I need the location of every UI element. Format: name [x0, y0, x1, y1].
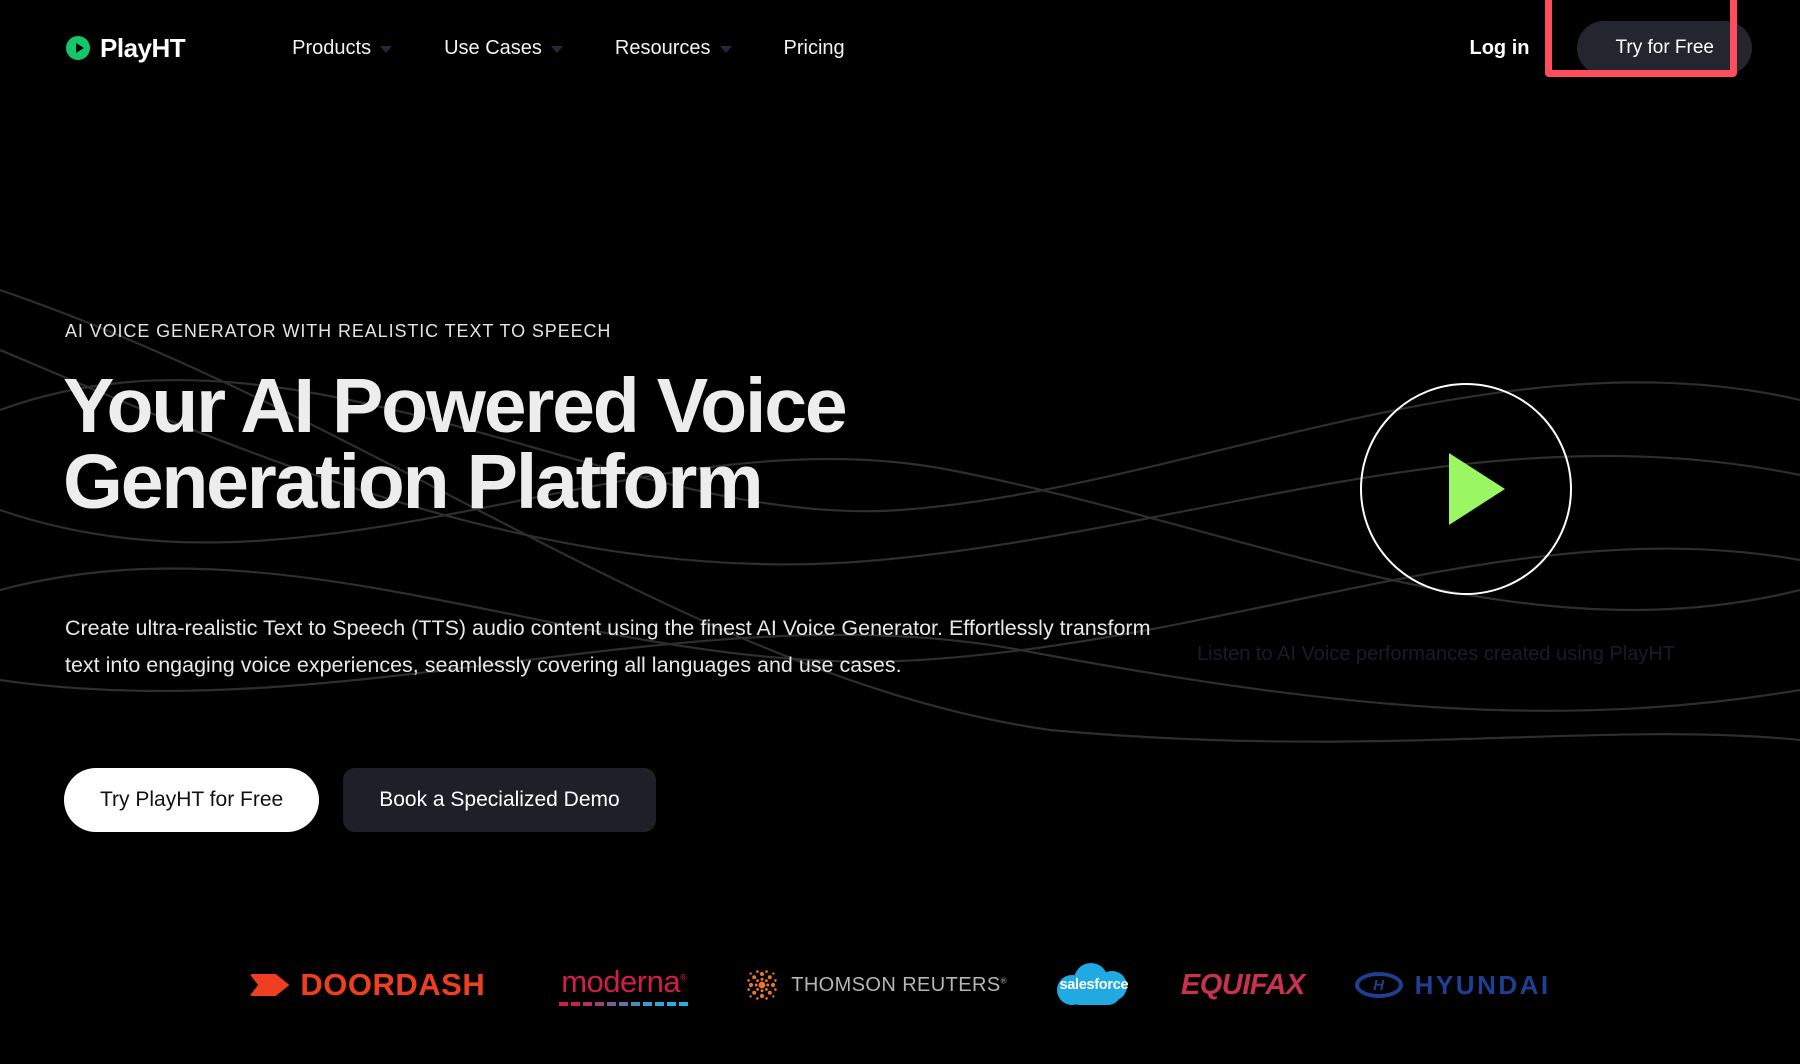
moderna-underline-decoration: [559, 1002, 689, 1006]
nav-item-products[interactable]: Products: [266, 37, 418, 60]
nav-item-pricing[interactable]: Pricing: [758, 37, 871, 60]
main-navigation: Products Use Cases Resources Pricing: [266, 37, 871, 60]
hero-description: Create ultra-realistic Text to Speech (T…: [65, 616, 1151, 677]
headline-line-1: Your AI Powered Voice: [63, 363, 848, 449]
play-circle-icon: [66, 36, 90, 60]
logo-hyundai: HYUNDAI: [1354, 955, 1551, 1015]
thomson-reuters-wordmark: THOMSON REUTERS®: [791, 973, 1007, 996]
nav-label: Pricing: [783, 36, 845, 59]
equifax-wordmark: EQUIFAX: [1180, 968, 1305, 1001]
logo-salesforce: salesforce: [1056, 955, 1131, 1015]
brand-name: PlayHT: [100, 32, 186, 63]
logo-doordash: DOORDASH: [249, 955, 485, 1015]
hero-eyebrow: AI VOICE GENERATOR WITH REALISTIC TEXT T…: [65, 321, 612, 341]
nav-item-use-cases[interactable]: Use Cases: [418, 37, 589, 60]
brand-logo[interactable]: PlayHT: [66, 32, 186, 64]
moderna-wordmark: moderna®: [561, 964, 687, 999]
book-demo-button[interactable]: Book a Specialized Demo: [343, 768, 656, 832]
doordash-wordmark: DOORDASH: [300, 967, 486, 1002]
chevron-down-icon: [380, 46, 393, 53]
nav-label: Resources: [614, 36, 711, 59]
chevron-down-icon: [719, 46, 732, 53]
page-title: Your AI Powered Voice Generation Platfor…: [63, 368, 1163, 521]
hero-cta-row: Try PlayHT for Free Book a Specialized D…: [64, 768, 656, 832]
hero-section: AI VOICE GENERATOR WITH REALISTIC TEXT T…: [0, 0, 1800, 1064]
try-for-free-button[interactable]: Try for Free: [1577, 21, 1752, 75]
salesforce-cloud-icon: salesforce: [1056, 961, 1131, 1009]
login-link[interactable]: Log in: [1469, 37, 1529, 60]
hyundai-emblem-icon: [1354, 972, 1403, 998]
try-playht-for-free-button[interactable]: Try PlayHT for Free: [64, 768, 320, 832]
player-caption: Listen to AI Voice performances created …: [1197, 643, 1676, 665]
doordash-mark-icon: [249, 974, 289, 996]
headline-line-2: Generation Platform: [63, 439, 764, 526]
try-for-free-wrapper: Try for Free: [1545, 0, 1752, 77]
hyundai-wordmark: HYUNDAI: [1414, 969, 1551, 1000]
thomson-reuters-sunburst-icon: [747, 970, 777, 1000]
nav-item-resources[interactable]: Resources: [589, 37, 758, 60]
play-button[interactable]: [1360, 383, 1572, 595]
client-logo-strip: DOORDASH moderna® THOMSON REUTERS® sales…: [0, 955, 1800, 1015]
header-actions: Log in Try for Free: [1469, 0, 1752, 77]
logo-moderna: moderna®: [559, 955, 689, 1015]
salesforce-wordmark: salesforce: [1059, 977, 1129, 993]
chevron-down-icon: [550, 46, 563, 53]
play-triangle-icon: [1449, 453, 1505, 525]
nav-label: Products: [292, 36, 372, 59]
site-header: PlayHT Products Use Cases Resources Pric…: [0, 0, 1800, 96]
logo-thomson-reuters: THOMSON REUTERS®: [744, 955, 1007, 1015]
logo-equifax: EQUIFAX: [1181, 955, 1305, 1015]
nav-label: Use Cases: [444, 36, 542, 59]
video-player-wrapper: [1360, 383, 1572, 595]
